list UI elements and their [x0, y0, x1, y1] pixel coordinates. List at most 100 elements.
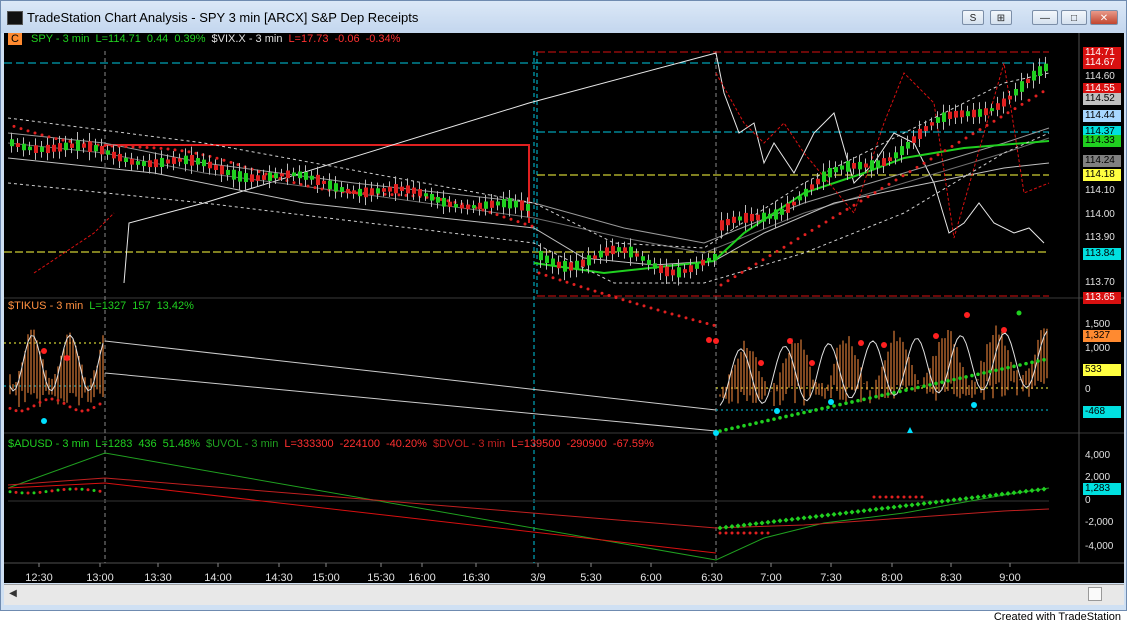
grid-link-button[interactable]: ⊞ [990, 10, 1012, 25]
candle [514, 200, 518, 208]
symbol-link-button[interactable]: S [962, 10, 984, 25]
trailing-stop-dot [957, 140, 961, 144]
candle [268, 172, 272, 181]
minimize-button[interactable]: — [1032, 10, 1058, 25]
trailing-stop-dot [145, 145, 149, 149]
tick-avg-dot [874, 394, 878, 399]
tick-connect [104, 340, 717, 411]
candle [629, 246, 633, 258]
pane1-price-tag: 114.33 [1083, 135, 1121, 147]
trailing-stop-dot [180, 149, 184, 153]
candle [828, 168, 832, 178]
time-axis-label: 3/9 [530, 572, 545, 583]
adusd-diamond [879, 506, 885, 512]
adusd-dot [26, 491, 30, 495]
candle [184, 155, 188, 165]
maximize-button[interactable]: □ [1061, 10, 1087, 25]
adusd-diamond [1023, 488, 1029, 494]
candle [804, 188, 808, 197]
time-axis-label: 7:00 [760, 572, 781, 583]
chart-style-badge[interactable]: C [8, 33, 22, 45]
trailing-stop-dot [152, 146, 156, 150]
trailing-stop-dot [670, 312, 674, 316]
tick-avg-dot [820, 406, 824, 411]
adusd-diamond [915, 501, 921, 507]
close-button[interactable]: ✕ [1090, 10, 1118, 25]
adusd-diamond [891, 504, 897, 510]
adusd-diamond [765, 519, 771, 525]
candle [346, 188, 350, 194]
chart-area[interactable]: 12:30 13:00 13:30 14:00 14:30 15:00 15:30 16:00… [4, 33, 1124, 583]
pane3-axis-label: 0 [1085, 495, 1091, 506]
trailing-stop-dot [586, 287, 590, 291]
trailing-stop-dot [642, 304, 646, 308]
tick-avg-dot [928, 383, 932, 387]
tick-avg-dot [766, 418, 770, 423]
pane3-axis-label: -2,000 [1085, 517, 1114, 528]
scroll-left-icon[interactable]: ◀ [6, 587, 20, 601]
pane3-price-tag: 1,283 [1083, 483, 1121, 495]
candle [1026, 78, 1030, 84]
trailing-stop-dot [1013, 107, 1017, 111]
candle [966, 111, 970, 117]
candle [460, 204, 464, 209]
trailing-stop-dot [12, 124, 16, 128]
tick-extreme-marker [64, 355, 70, 361]
candle [587, 255, 591, 266]
candle [298, 171, 302, 179]
pane1-axis-label: 114.10 [1085, 185, 1115, 196]
adusd-dot [74, 487, 78, 491]
pane1-axis-label: 114.60 [1085, 71, 1115, 82]
candle [948, 111, 952, 119]
candle [593, 255, 597, 259]
tick-avg-dot [772, 417, 776, 421]
candle [436, 196, 440, 203]
candle [526, 203, 530, 211]
tick-avg-dot [844, 401, 848, 406]
candle [442, 197, 446, 207]
trailing-stop-dot [852, 203, 856, 207]
candle [94, 144, 98, 152]
footer-credit: Created with TradeStation [993, 611, 1121, 623]
pane3-legend-item: -67.59% [612, 438, 654, 450]
candle [1008, 95, 1012, 100]
adusd-diamond [897, 503, 903, 509]
candle [130, 158, 134, 165]
adusd-diamond [1041, 486, 1047, 492]
adusd-diamond [963, 495, 969, 501]
candle [882, 158, 886, 167]
adusd-diamond [825, 512, 831, 518]
pane2-axis-label: 1,000 [1085, 343, 1111, 354]
candle [490, 200, 494, 208]
candle [100, 145, 104, 155]
candle [322, 180, 326, 184]
candle [10, 139, 14, 147]
adusd-diamond [807, 514, 813, 520]
tick-avg-dot [880, 393, 884, 398]
tick-avg-dot [898, 389, 902, 394]
adusd-diamond [861, 508, 867, 514]
tick-avg-dot [826, 405, 830, 410]
trailing-stop-dot [943, 149, 947, 153]
candle [1002, 98, 1006, 107]
candle [334, 183, 338, 192]
candle [472, 205, 476, 209]
adusd-dot [872, 495, 876, 499]
tick-extreme-marker [809, 360, 815, 366]
candle [545, 255, 549, 263]
candle [780, 208, 784, 215]
candle [581, 259, 585, 267]
pane3-legend-item: -290900 [566, 438, 607, 450]
trailing-stop-dot [964, 136, 968, 140]
candle [16, 143, 20, 148]
trailing-stop-dot [803, 233, 807, 237]
trailing-stop-dot [649, 306, 653, 310]
tick-avg-dot [886, 392, 890, 396]
tick-avg-dot [1030, 360, 1034, 365]
horizontal-scrollbar[interactable]: ◀ [4, 584, 1124, 605]
scroll-thumb[interactable] [1088, 587, 1102, 601]
candle [508, 198, 512, 209]
trailing-stop-dot [509, 217, 513, 221]
adusd-diamond [801, 515, 807, 521]
vix-dotted [33, 212, 115, 274]
